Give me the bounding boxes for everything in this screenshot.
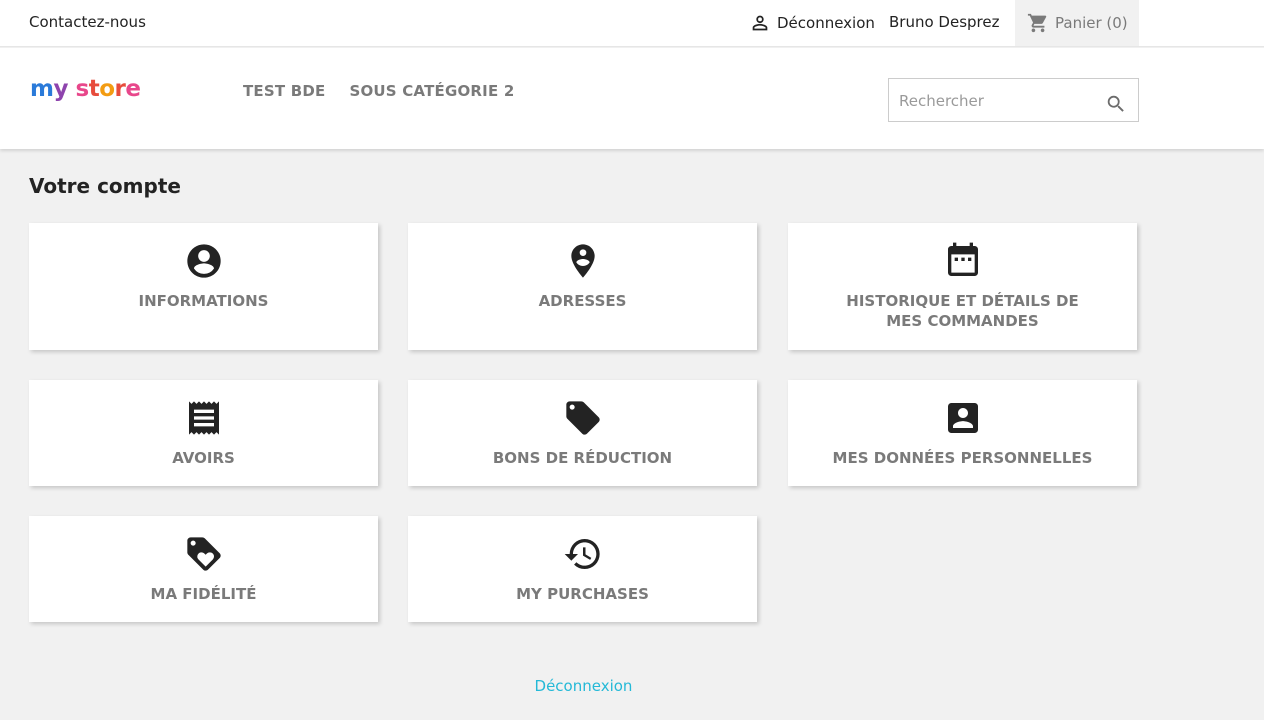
card-bons-reduction[interactable]: BONS DE RÉDUCTION: [408, 380, 757, 486]
card-label: HISTORIQUE ET DÉTAILS DE MES COMMANDES: [846, 292, 1079, 330]
logout-label: Déconnexion: [777, 14, 875, 32]
main-nav: TEST BDE SOUS CATÉGORIE 2: [243, 82, 514, 100]
card-donnees-personnelles[interactable]: MES DONNÉES PERSONNELLES: [788, 380, 1137, 486]
history-icon: [564, 539, 600, 569]
user-icon: [752, 15, 768, 31]
calendar-icon: [947, 242, 978, 276]
card-order-history[interactable]: HISTORIQUE ET DÉTAILS DE MES COMMANDES: [788, 223, 1137, 350]
account-box-icon: [947, 403, 978, 433]
account-circle-icon: [186, 244, 221, 278]
card-label: BONS DE RÉDUCTION: [492, 449, 673, 467]
location-pin-icon: [570, 244, 595, 278]
search-icon[interactable]: [1105, 93, 1127, 115]
loyalty-icon: [186, 537, 221, 571]
card-label: ADRESSES: [538, 292, 627, 310]
card-label: AVOIRS: [172, 449, 235, 467]
footer-logout-link[interactable]: Déconnexion: [0, 677, 1167, 695]
card-label: MA FIDÉLITÉ: [150, 585, 257, 603]
receipt-icon: [188, 401, 219, 435]
card-avoirs[interactable]: AVOIRS: [29, 380, 378, 486]
site-header: my store TEST BDE SOUS CATÉGORIE 2: [0, 48, 1264, 149]
card-label: MES DONNÉES PERSONNELLES: [832, 449, 1093, 467]
card-label: MY PURCHASES: [516, 585, 649, 603]
card-my-purchases[interactable]: MY PURCHASES: [408, 516, 757, 622]
search-box: [888, 78, 1139, 122]
account-name-link[interactable]: Bruno Desprez: [889, 13, 999, 31]
card-informations[interactable]: INFORMATIONS: [29, 223, 378, 350]
contact-link[interactable]: Contactez-nous: [29, 13, 146, 31]
card-adresses[interactable]: ADRESSES: [408, 223, 757, 350]
tag-icon: [565, 401, 600, 435]
cart-button[interactable]: Panier (0): [1015, 0, 1139, 46]
page-title: Votre compte: [29, 174, 181, 198]
nav-item-test-bde[interactable]: TEST BDE: [243, 82, 325, 100]
cart-label: Panier (0): [1055, 14, 1128, 32]
top-bar: Contactez-nous Déconnexion Bruno Desprez…: [0, 0, 1264, 47]
logout-link[interactable]: Déconnexion: [749, 12, 875, 34]
store-logo[interactable]: my store: [30, 76, 141, 102]
shopping-cart-icon: [1027, 13, 1047, 33]
card-ma-fidelite[interactable]: MA FIDÉLITÉ: [29, 516, 378, 622]
card-label: INFORMATIONS: [138, 292, 269, 310]
search-input[interactable]: [899, 89, 1099, 113]
nav-item-sous-categorie-2[interactable]: SOUS CATÉGORIE 2: [349, 82, 514, 100]
